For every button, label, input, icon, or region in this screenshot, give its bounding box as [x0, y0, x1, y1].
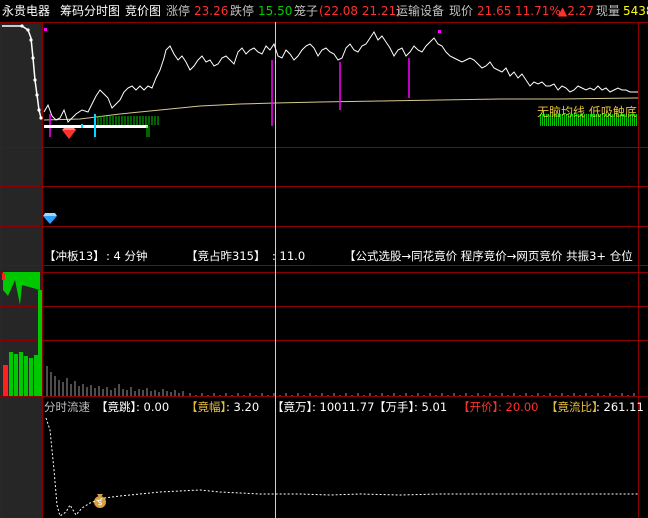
header-bar: 永贵电器 筹码分时图 竞价图 涨停 23.26 跌停 15.50 笼子 (22.…: [0, 0, 648, 22]
chongban-value: : 4 分钟: [106, 249, 148, 263]
chart-title[interactable]: 筹码分时图: [60, 4, 120, 18]
price-label: 现价: [449, 4, 474, 18]
money-bag-icon: $: [94, 494, 106, 508]
volume-bars: [46, 366, 635, 396]
wanshou-value: : 5.01: [414, 400, 448, 414]
jingliu-value: : 261.11: [596, 400, 644, 414]
formula-text[interactable]: 【公式选股→同花竟价 程序竞价→网页竞价 共振3+ 仓位: [344, 249, 644, 263]
auction-chart-label[interactable]: 竞价图: [125, 4, 161, 18]
pct-value: 11.71%: [515, 4, 561, 18]
jingliu-label: 【竟流比】: [546, 400, 604, 414]
limit-up-value: 23.26: [194, 4, 229, 18]
strategy-annotation: 无脑均线 低吸触底: [537, 105, 637, 119]
change-value: ▲2.27: [558, 4, 594, 18]
diamond-blue-icon: [43, 213, 57, 224]
volume-value: 5438: [623, 4, 648, 18]
jingwan-value: : 10011.77: [312, 400, 375, 414]
svg-text:$: $: [97, 498, 102, 507]
jingfu-value: : 3.20: [226, 400, 260, 414]
limit-down-label: 跌停: [230, 4, 255, 18]
auction-panel-bg: [0, 22, 42, 518]
limit-down-value: 15.50: [258, 4, 293, 18]
stock-name[interactable]: 永贵电器: [2, 4, 50, 18]
cage-value: (22.08 21.21): [319, 4, 401, 18]
jingzhan-label: 【竞占昨315】: [186, 249, 266, 263]
chongban-label: 【冲板13】: [44, 249, 105, 263]
limit-up-label: 涨停: [166, 4, 191, 18]
price-value: 21.65: [477, 4, 512, 18]
flow-speed-line: [45, 417, 638, 517]
jingzhan-value: : 11.0: [272, 249, 306, 263]
diamond-red-icon: [62, 128, 76, 139]
flow-title: 分时流速: [44, 400, 90, 414]
magenta-dot-top-left: [44, 28, 47, 31]
magenta-dot-top-right: [438, 30, 441, 33]
cage-label: 笼子: [294, 4, 319, 18]
volume-label: 现量: [596, 4, 621, 18]
jingtiao-value: : 0.00: [136, 400, 170, 414]
grid: [0, 22, 648, 518]
kaijia-value: : 20.00: [498, 400, 539, 414]
sector-label[interactable]: 运输设备: [396, 4, 444, 18]
